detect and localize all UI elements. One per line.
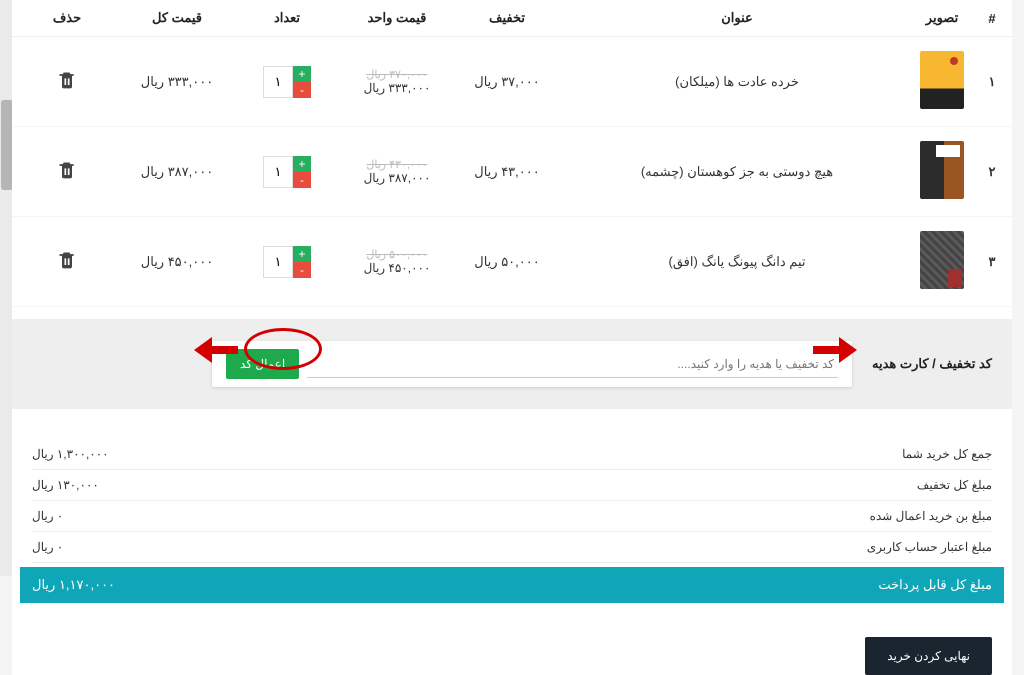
col-delete-header: حذف <box>12 0 122 37</box>
col-unit-header: قیمت واحد <box>342 0 452 37</box>
coupon-section: کد تخفیف / کارت هدیه اعمال کد <box>12 319 1012 409</box>
row-total: ۴۵۰,۰۰۰ ریال <box>122 217 232 307</box>
summary-label: مبلغ کل تخفیف <box>917 478 992 492</box>
qty-input[interactable] <box>263 66 293 98</box>
qty-increase-button[interactable]: + <box>293 156 311 172</box>
annotation-arrow-left-icon <box>194 337 238 363</box>
row-title: خرده عادت ها (میلکان) <box>562 37 912 127</box>
row-num: ۳ <box>972 217 1012 307</box>
qty-increase-button[interactable]: + <box>293 246 311 262</box>
cart-page: # تصویر عنوان تخفیف قیمت واحد تعداد قیمت… <box>12 0 1012 675</box>
col-image-header: تصویر <box>912 0 972 37</box>
row-discount: ۳۷,۰۰۰ ریال <box>452 37 562 127</box>
trash-icon[interactable] <box>57 159 77 181</box>
row-delete <box>12 37 122 127</box>
row-discount: ۴۳,۰۰۰ ریال <box>452 127 562 217</box>
row-discount: ۵۰,۰۰۰ ریال <box>452 217 562 307</box>
annotation-arrow-right-icon <box>813 337 857 363</box>
qty-decrease-button[interactable]: - <box>293 82 311 98</box>
coupon-box: اعمال کد <box>212 341 852 387</box>
col-total-header: قیمت کل <box>122 0 232 37</box>
summary-label: مبلغ اعتبار حساب کاربری <box>867 540 992 554</box>
summary-label: جمع کل خرید شما <box>902 447 992 461</box>
product-thumbnail[interactable] <box>920 141 964 199</box>
summary-value: ۱,۳۰۰,۰۰۰ ریال <box>32 447 109 461</box>
order-summary: جمع کل خرید شما ۱,۳۰۰,۰۰۰ ریال مبلغ کل تخف… <box>12 439 1012 623</box>
summary-label: مبلغ بن خرید اعمال شده <box>870 509 992 523</box>
summary-value: ۰ ریال <box>32 540 63 554</box>
row-unit-price: ۳۷۰,۰۰۰ ریال۳۳۳,۰۰۰ ریال <box>342 37 452 127</box>
trash-icon[interactable] <box>57 69 77 91</box>
summary-value: ۱۳۰,۰۰۰ ریال <box>32 478 99 492</box>
cart-table: # تصویر عنوان تخفیف قیمت واحد تعداد قیمت… <box>12 0 1012 307</box>
col-title-header: عنوان <box>562 0 912 37</box>
row-delete <box>12 127 122 217</box>
coupon-label: کد تخفیف / کارت هدیه <box>864 356 992 372</box>
qty-input[interactable] <box>263 156 293 188</box>
row-delete <box>12 217 122 307</box>
trash-icon[interactable] <box>57 249 77 271</box>
row-total: ۳۸۷,۰۰۰ ریال <box>122 127 232 217</box>
qty-decrease-button[interactable]: - <box>293 262 311 278</box>
summary-value: ۰ ریال <box>32 509 63 523</box>
summary-row-payable: مبلغ کل قابل پرداخت ۱,۱۷۰,۰۰۰ ریال <box>20 567 1004 603</box>
row-num: ۲ <box>972 127 1012 217</box>
payable-value: ۱,۱۷۰,۰۰۰ ریال <box>32 577 115 593</box>
row-qty: +- <box>232 37 342 127</box>
coupon-input[interactable] <box>307 351 838 378</box>
row-total: ۳۳۳,۰۰۰ ریال <box>122 37 232 127</box>
table-row: ۲ هیچ دوستی به جز کوهستان (چشمه)۴۳,۰۰۰ ری… <box>12 127 1012 217</box>
row-qty: +- <box>232 127 342 217</box>
row-qty: +- <box>232 217 342 307</box>
col-discount-header: تخفیف <box>452 0 562 37</box>
row-image <box>912 217 972 307</box>
row-image <box>912 127 972 217</box>
table-row: ۱ خرده عادت ها (میلکان)۳۷,۰۰۰ ریال۳۷۰,۰۰۰… <box>12 37 1012 127</box>
row-image <box>912 37 972 127</box>
row-unit-price: ۴۳۰,۰۰۰ ریال۳۸۷,۰۰۰ ریال <box>342 127 452 217</box>
product-thumbnail[interactable] <box>920 231 964 289</box>
row-title: هیچ دوستی به جز کوهستان (چشمه) <box>562 127 912 217</box>
summary-row: مبلغ بن خرید اعمال شده ۰ ریال <box>32 501 992 532</box>
checkout-button[interactable]: نهایی کردن خرید <box>865 637 992 675</box>
row-title: تیم دانگ پیونگ یانگ (افق) <box>562 217 912 307</box>
table-row: ۳ تیم دانگ پیونگ یانگ (افق)۵۰,۰۰۰ ریال۵۰۰… <box>12 217 1012 307</box>
qty-input[interactable] <box>263 246 293 278</box>
product-thumbnail[interactable] <box>920 51 964 109</box>
row-num: ۱ <box>972 37 1012 127</box>
qty-increase-button[interactable]: + <box>293 66 311 82</box>
qty-decrease-button[interactable]: - <box>293 172 311 188</box>
row-unit-price: ۵۰۰,۰۰۰ ریال۴۵۰,۰۰۰ ریال <box>342 217 452 307</box>
col-num-header: # <box>972 0 1012 37</box>
col-qty-header: تعداد <box>232 0 342 37</box>
table-header-row: # تصویر عنوان تخفیف قیمت واحد تعداد قیمت… <box>12 0 1012 37</box>
summary-row: مبلغ کل تخفیف ۱۳۰,۰۰۰ ریال <box>32 470 992 501</box>
summary-row: جمع کل خرید شما ۱,۳۰۰,۰۰۰ ریال <box>32 439 992 470</box>
summary-row: مبلغ اعتبار حساب کاربری ۰ ریال <box>32 532 992 563</box>
payable-label: مبلغ کل قابل پرداخت <box>878 577 992 593</box>
